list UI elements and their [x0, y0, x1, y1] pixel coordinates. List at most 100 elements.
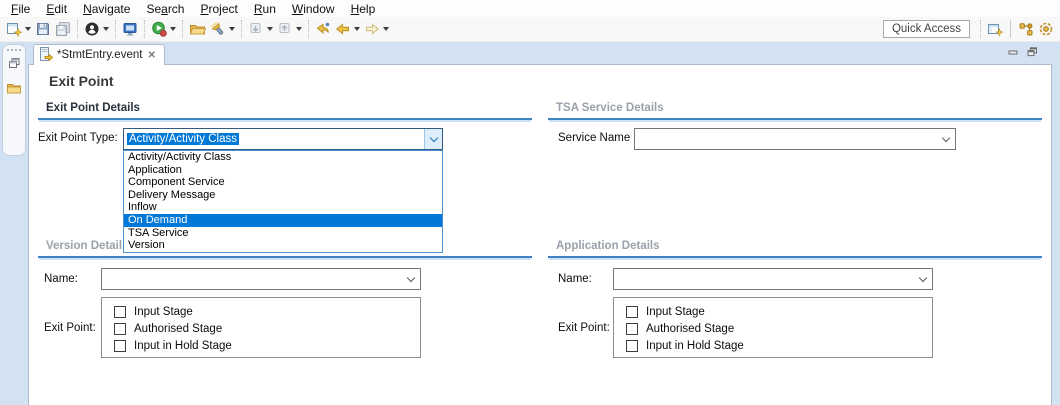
- chevron-down-icon[interactable]: [402, 269, 420, 289]
- application-name-label: Name:: [558, 273, 592, 285]
- version-name-label: Name:: [44, 273, 78, 285]
- service-name-label: Service Name :: [558, 132, 637, 144]
- menu-bar: File Edit Navigate Search Project Run Wi…: [0, 0, 1060, 17]
- toolbar-separator: [182, 20, 183, 38]
- perspective-hierarchy-icon: [1018, 21, 1034, 37]
- dropdown-option[interactable]: Inflow: [124, 201, 442, 214]
- section-header-application-details: Application Details: [548, 237, 1042, 258]
- checkbox-label: Input Stage: [646, 306, 705, 318]
- save-all-button[interactable]: [53, 18, 73, 40]
- checkbox[interactable]: [114, 306, 126, 318]
- version-name-combo[interactable]: [101, 268, 421, 290]
- user-icon: [84, 21, 100, 37]
- toolbar-separator: [144, 20, 145, 38]
- next-annotation-icon: [248, 21, 264, 37]
- application-name-combo[interactable]: [613, 268, 933, 290]
- dropdown-option[interactable]: On Demand: [124, 214, 442, 227]
- checkbox-row: Authorised Stage: [626, 320, 932, 337]
- minimize-icon[interactable]: [1008, 47, 1019, 60]
- checkbox[interactable]: [626, 340, 638, 352]
- exit-point-type-combo[interactable]: Activity/Activity Class: [123, 128, 443, 150]
- menu-item[interactable]: Project: [192, 1, 245, 17]
- checkbox[interactable]: [114, 323, 126, 335]
- previous-annotation-button[interactable]: [275, 18, 304, 40]
- chevron-down-icon[interactable]: [383, 27, 389, 31]
- checkbox-row: Authorised Stage: [114, 320, 420, 337]
- last-edit-location-button[interactable]: [313, 18, 333, 40]
- open-folder-button[interactable]: [187, 18, 208, 40]
- restore-view-icon[interactable]: [8, 57, 21, 73]
- user-account-button[interactable]: [82, 18, 111, 40]
- perspective-hierarchy-button[interactable]: [1016, 18, 1036, 40]
- forward-button[interactable]: [362, 18, 391, 40]
- menu-item[interactable]: Help: [343, 1, 384, 17]
- checkbox[interactable]: [114, 340, 126, 352]
- checkbox-row: Input in Hold Stage: [114, 337, 420, 354]
- dropdown-option[interactable]: Application: [124, 164, 442, 177]
- main-toolbar: Quick Access: [0, 17, 1060, 42]
- chevron-down-icon[interactable]: [25, 27, 31, 31]
- editor-window-controls: [1008, 47, 1052, 64]
- toolbar-separator: [241, 20, 242, 38]
- close-icon[interactable]: ✕: [146, 50, 156, 61]
- previous-annotation-icon: [277, 21, 293, 37]
- editor-area: *StmtEntry.event ✕ Exit Point Exit Point…: [28, 42, 1052, 405]
- forward-icon: [364, 21, 380, 37]
- section-header-exit-point-details: Exit Point Details: [38, 99, 532, 120]
- open-perspective-button[interactable]: [985, 18, 1005, 40]
- next-annotation-button[interactable]: [246, 18, 275, 40]
- folder-view-icon[interactable]: [6, 81, 22, 98]
- checkbox-label: Input Stage: [134, 306, 193, 318]
- tab-title: *StmtEntry.event: [57, 49, 142, 61]
- checkbox-row: Input in Hold Stage: [626, 337, 932, 354]
- toolbar-separator: [980, 20, 981, 38]
- checkbox-label: Authorised Stage: [646, 323, 734, 335]
- toolbar-separator: [77, 20, 78, 38]
- checkbox[interactable]: [626, 306, 638, 318]
- version-exit-point-label: Exit Point:: [44, 322, 96, 334]
- new-wizard-icon: [6, 21, 22, 37]
- menu-item[interactable]: Window: [284, 1, 343, 17]
- dropdown-option[interactable]: Component Service: [124, 176, 442, 189]
- chevron-down-icon[interactable]: [937, 129, 955, 149]
- chevron-down-icon[interactable]: [267, 27, 273, 31]
- toolbar-right-group: Quick Access: [883, 18, 1056, 40]
- combo-selected-text: Activity/Activity Class: [127, 133, 239, 145]
- back-icon: [335, 21, 351, 37]
- chevron-down-icon[interactable]: [424, 129, 442, 149]
- restore-icon[interactable]: [1027, 47, 1038, 60]
- perspective-browse-button[interactable]: [1036, 18, 1056, 40]
- run-button[interactable]: [149, 18, 178, 40]
- editor-tab-bar: *StmtEntry.event ✕: [28, 42, 1052, 64]
- menu-item[interactable]: Search: [138, 1, 192, 17]
- save-button[interactable]: [33, 18, 53, 40]
- chevron-down-icon[interactable]: [914, 269, 932, 289]
- checkbox[interactable]: [626, 323, 638, 335]
- chevron-down-icon[interactable]: [229, 27, 235, 31]
- chevron-down-icon[interactable]: [354, 27, 360, 31]
- chevron-down-icon[interactable]: [103, 27, 109, 31]
- chevron-down-icon[interactable]: [170, 27, 176, 31]
- minimized-view-bar: [2, 44, 26, 156]
- new-wizard-button[interactable]: [4, 18, 33, 40]
- editor-body: Exit Point Exit Point Details Exit Point…: [28, 64, 1052, 405]
- menu-item[interactable]: Edit: [38, 1, 75, 17]
- editor-tab[interactable]: *StmtEntry.event ✕: [33, 44, 165, 65]
- console-button[interactable]: [120, 18, 140, 40]
- menu-item[interactable]: Navigate: [75, 1, 138, 17]
- service-name-combo[interactable]: [634, 128, 956, 150]
- toolbar-separator: [1010, 20, 1011, 38]
- run-icon: [151, 21, 167, 37]
- menu-item[interactable]: File: [3, 1, 38, 17]
- dropdown-option[interactable]: Version: [124, 239, 442, 252]
- back-button[interactable]: [333, 18, 362, 40]
- dropdown-option[interactable]: Activity/Activity Class: [124, 151, 442, 164]
- toolbar-separator: [308, 20, 309, 38]
- search-button[interactable]: [208, 18, 237, 40]
- chevron-down-icon[interactable]: [296, 27, 302, 31]
- drag-handle[interactable]: [7, 49, 21, 51]
- quick-access-box[interactable]: Quick Access: [883, 20, 970, 38]
- menu-item[interactable]: Run: [246, 1, 284, 17]
- dropdown-option[interactable]: TSA Service: [124, 227, 442, 240]
- dropdown-option[interactable]: Delivery Message: [124, 189, 442, 202]
